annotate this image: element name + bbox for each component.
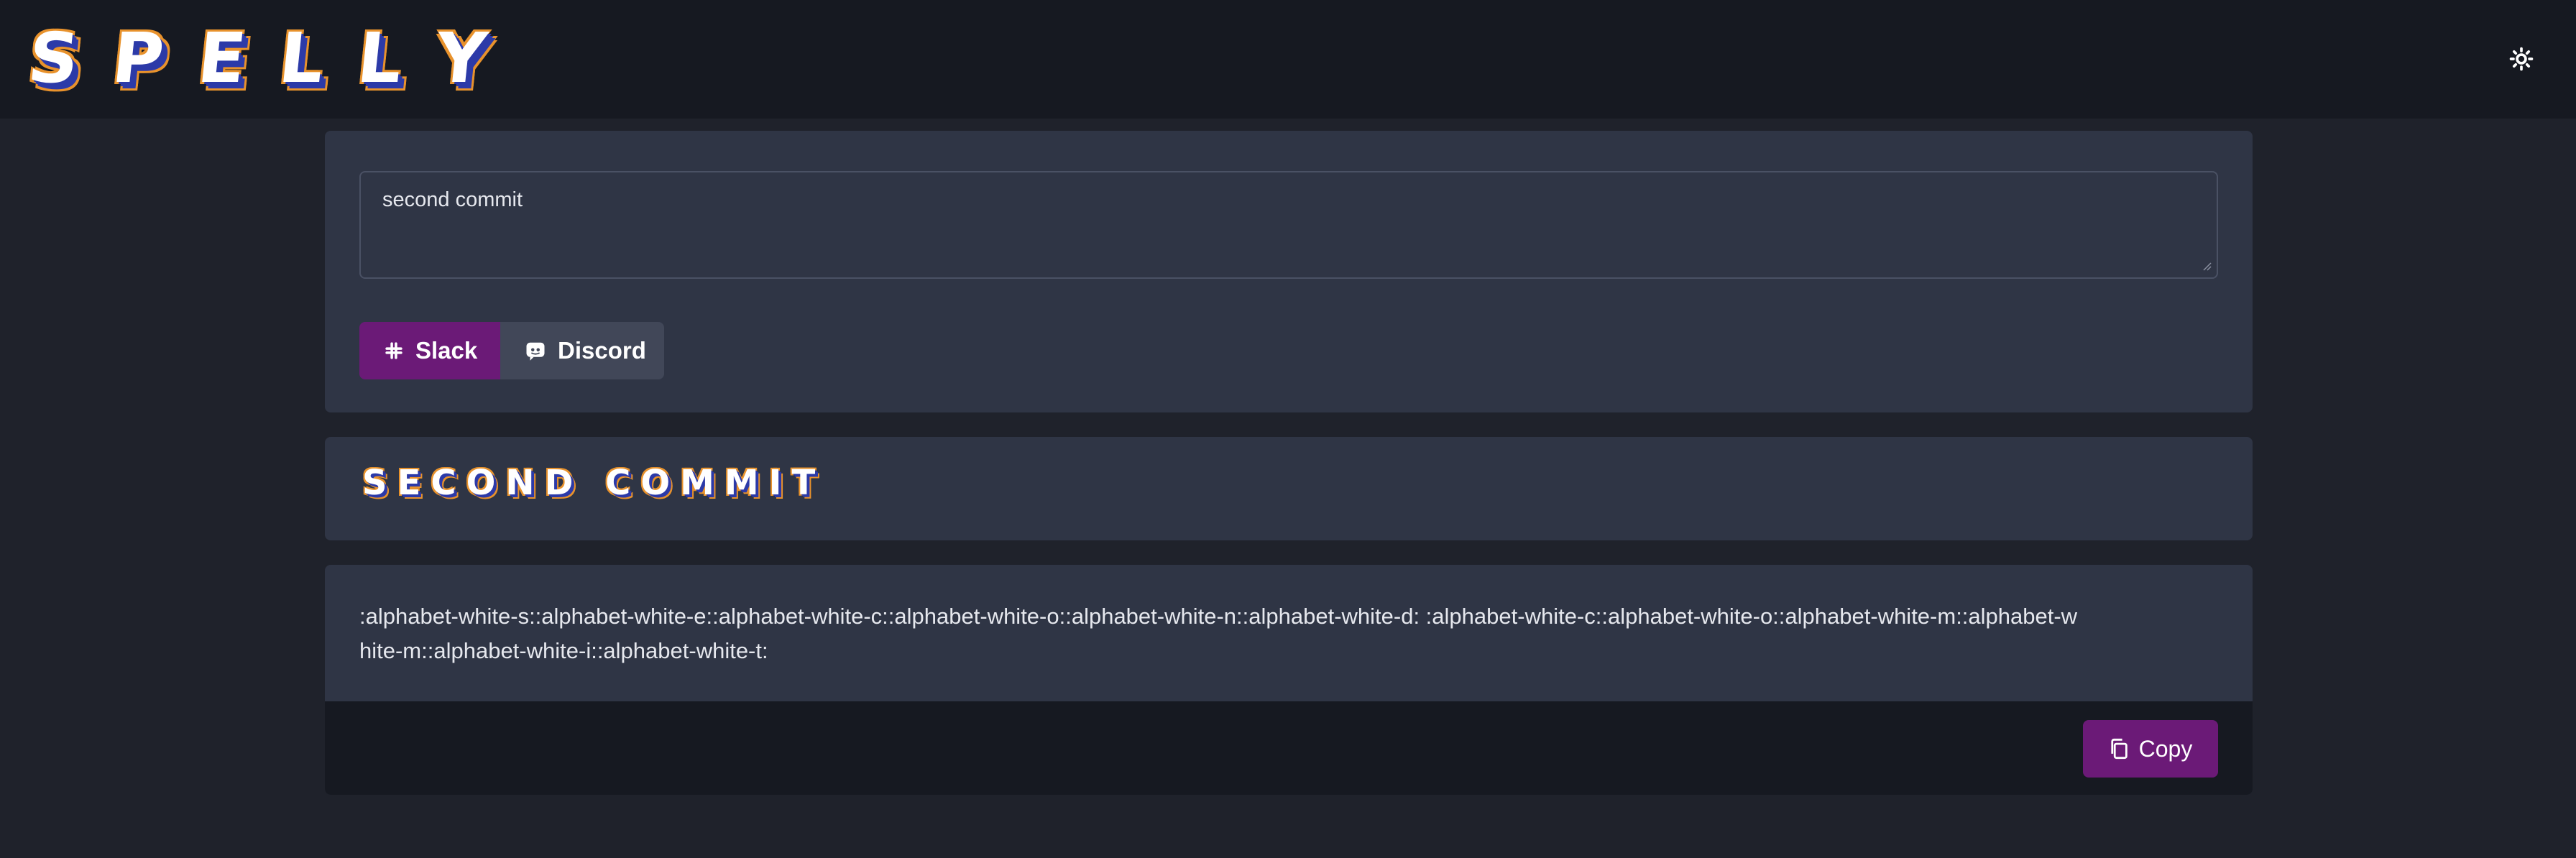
message-input[interactable]: second commit [359,171,2218,279]
top-bar: S P E L L Y [0,0,2576,119]
theme-toggle-button[interactable] [2506,43,2537,75]
sun-icon [2509,47,2534,71]
input-card: second commit Slack Discord [325,131,2253,412]
preview-card: SECOND COMMIT [325,437,2253,540]
spelly-logo[interactable]: S P E L L Y [24,18,521,98]
resize-grip-icon[interactable] [2201,260,2212,272]
slack-label: Slack [415,337,478,364]
logo-letter: P [109,18,168,98]
logo-letter: E [193,18,249,98]
discord-button[interactable]: Discord [500,322,664,379]
logo-letter: S [24,18,83,98]
slack-icon [384,341,404,361]
output-card: :alphabet-white-s::alphabet-white-e::alp… [325,565,2253,795]
logo-letter: Y [432,18,491,98]
slack-button[interactable]: Slack [359,322,500,379]
output-footer: Copy [325,701,2253,795]
platform-toggle-group: Slack Discord [359,322,664,379]
copy-button[interactable]: Copy [2083,720,2218,778]
logo-letter: L [275,18,328,98]
preview-title: SECOND COMMIT [362,463,826,503]
logo-letter: L [354,18,407,98]
emoji-output-text: :alphabet-white-s::alphabet-white-e::alp… [359,604,2078,663]
copy-label: Copy [2138,735,2193,762]
discord-label: Discord [558,337,646,364]
copy-icon [2109,738,2129,760]
discord-icon [525,340,546,361]
